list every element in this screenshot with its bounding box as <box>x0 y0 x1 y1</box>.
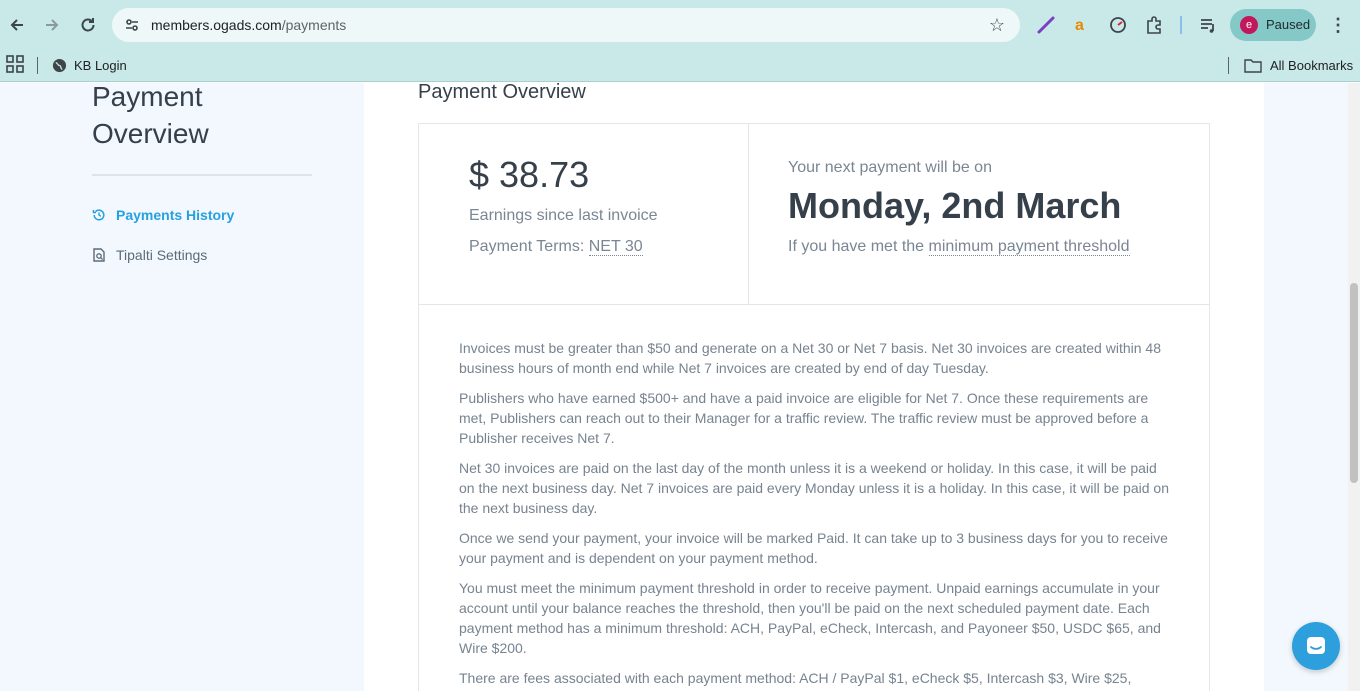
back-arrow-icon <box>10 19 23 31</box>
bookmark-star-icon[interactable]: ☆ <box>986 14 1008 36</box>
sidebar-item-label: Tipalti Settings <box>116 247 208 263</box>
browser-menu-icon[interactable]: ⋮ <box>1326 13 1350 37</box>
media-control-icon[interactable] <box>1196 13 1220 37</box>
chat-launcher-button[interactable] <box>1292 622 1340 670</box>
info-paragraph: Once we send your payment, your invoice … <box>459 530 1168 566</box>
bookmark-label: KB Login <box>74 57 127 73</box>
info-paragraph: There are fees associated with each paym… <box>459 670 1132 686</box>
info-paragraph: You must meet the minimum payment thresh… <box>459 580 1161 656</box>
bookmarks-bar: KB Login All Bookmarks <box>0 50 1360 82</box>
sidebar-divider <box>92 174 312 176</box>
profile-status: Paused <box>1266 17 1311 32</box>
page-content: Payment Overview Payments History Tipalt… <box>0 83 1348 691</box>
reload-icon <box>81 18 95 32</box>
back-button[interactable] <box>1 9 33 41</box>
chat-bubble-icon <box>1307 637 1325 654</box>
next-payment-note-prefix: If you have met the <box>788 238 925 255</box>
next-payment-note: If you have met the minimum payment thre… <box>788 238 1130 256</box>
sidebar-item-tipalti-settings[interactable]: Tipalti Settings <box>92 244 207 266</box>
payment-info-text: Invoices must be greater than $50 and ge… <box>459 338 1171 691</box>
globe-icon <box>52 58 67 72</box>
amazon-extension-icon[interactable]: a <box>1069 13 1093 37</box>
bookmarks-separator <box>37 57 38 74</box>
info-paragraph: Publishers who have earned $500+ and hav… <box>459 390 1149 446</box>
address-bar[interactable]: members.ogads.com/payments ☆ <box>112 8 1020 42</box>
forward-arrow-icon <box>46 19 59 31</box>
bookmarks-separator <box>1228 57 1229 74</box>
url-host: members.ogads.com <box>151 17 282 33</box>
speedometer-extension-icon[interactable] <box>1106 13 1130 37</box>
folder-icon <box>1244 58 1262 73</box>
site-info-icon[interactable] <box>120 13 144 37</box>
avatar: e <box>1240 16 1258 34</box>
history-icon <box>92 209 105 221</box>
minimum-threshold-link[interactable]: minimum payment threshold <box>928 238 1130 256</box>
quill-extension-icon[interactable] <box>1034 13 1058 37</box>
info-paragraph: Invoices must be greater than $50 and ge… <box>459 340 1161 376</box>
payment-terms: Payment Terms: NET 30 <box>469 238 643 256</box>
right-gutter <box>1264 83 1348 691</box>
payment-terms-label: Payment Terms: <box>469 238 585 255</box>
earnings-caption: Earnings since last invoice <box>469 207 658 224</box>
sidebar-title: Payment Overview <box>92 83 209 149</box>
apps-grid-icon[interactable] <box>6 55 24 73</box>
browser-toolbar: members.ogads.com/payments ☆ a e Paused … <box>0 0 1360 50</box>
info-paragraph: Net 30 invoices are paid on the last day… <box>459 460 1169 516</box>
payment-info-panel: Invoices must be greater than $50 and ge… <box>418 304 1210 691</box>
reload-button[interactable] <box>72 9 104 41</box>
extensions-puzzle-icon[interactable] <box>1142 13 1166 37</box>
toolbar-divider <box>1180 16 1182 34</box>
all-bookmarks-label: All Bookmarks <box>1270 57 1354 73</box>
document-search-icon <box>93 248 105 262</box>
next-payment-label: Your next payment will be on <box>788 159 992 176</box>
url-path: /payments <box>281 17 347 33</box>
payment-summary-card: $ 38.73 Earnings since last invoice Paym… <box>418 123 1210 305</box>
all-bookmarks-button[interactable]: All Bookmarks <box>1244 54 1353 76</box>
page-title: Payment Overview <box>418 83 586 103</box>
earnings-amount: $ 38.73 <box>469 154 590 195</box>
card-divider <box>748 124 749 305</box>
sidebar-item-label: Payments History <box>116 207 235 223</box>
payment-terms-value[interactable]: NET 30 <box>588 238 643 256</box>
svg-text:a: a <box>1075 17 1084 34</box>
scrollbar-thumb[interactable] <box>1350 283 1358 483</box>
bookmark-kb-login[interactable]: KB Login <box>52 54 127 76</box>
profile-button[interactable]: e Paused <box>1230 9 1316 41</box>
sidebar: Payment Overview Payments History Tipalt… <box>0 83 364 691</box>
next-payment-date: Monday, 2nd March <box>788 185 1122 226</box>
forward-button[interactable] <box>36 9 68 41</box>
sidebar-item-payments-history[interactable]: Payments History <box>92 204 234 226</box>
url-text[interactable]: members.ogads.com/payments <box>151 17 346 33</box>
main-panel: Payment Overview $ 38.73 Earnings since … <box>364 83 1264 691</box>
